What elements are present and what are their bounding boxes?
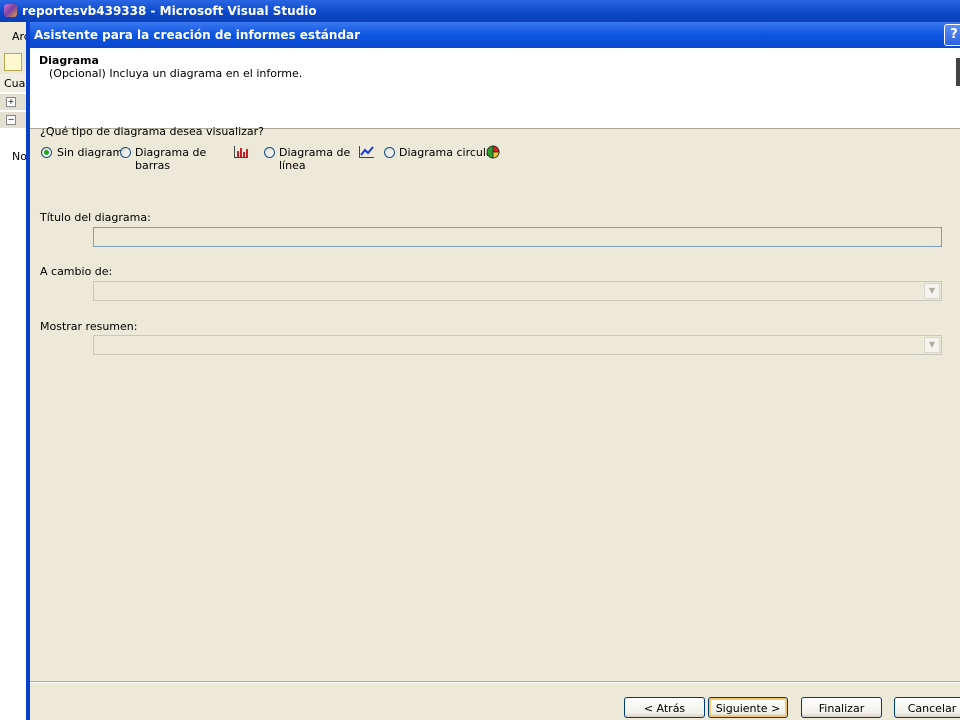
footer-divider	[30, 681, 960, 683]
collapse-icon[interactable]: −	[6, 115, 16, 125]
chevron-down-icon[interactable]: ▼	[924, 337, 940, 353]
label-line-chart-line1[interactable]: Diagrama de	[279, 146, 350, 159]
label-pie-chart[interactable]: Diagrama circular	[399, 146, 497, 159]
summary-select[interactable]: ▼	[93, 335, 942, 355]
chart-title-label: Título del diagrama:	[40, 211, 151, 224]
chart-type-question: ¿Qué tipo de diagrama desea visualizar?	[40, 125, 265, 138]
vs-title-bar: reportesvb439338 - Microsoft Visual Stud…	[0, 0, 960, 22]
panel-text: No	[12, 150, 27, 163]
vs-window-title: reportesvb439338 - Microsoft Visual Stud…	[22, 4, 317, 18]
help-button[interactable]: ?	[944, 24, 960, 46]
step-subtitle: (Opcional) Incluya un diagrama en el inf…	[49, 67, 303, 80]
next-button[interactable]: Siguiente >	[708, 697, 788, 718]
radio-bar-chart[interactable]	[120, 147, 131, 158]
radio-pie-chart[interactable]	[384, 147, 395, 158]
wizard-title-bar: Asistente para la creación de informes e…	[30, 22, 960, 48]
back-button[interactable]: < Atrás	[624, 697, 705, 718]
wizard-header: Diagrama (Opcional) Incluya un diagrama …	[30, 48, 960, 129]
bar-chart-icon	[234, 146, 248, 158]
cancel-button[interactable]: Cancelar	[894, 697, 960, 718]
step-title: Diagrama	[39, 54, 99, 67]
label-line-chart-line2[interactable]: línea	[279, 159, 306, 172]
wizard-title: Asistente para la creación de informes e…	[34, 28, 361, 42]
report-wizard-dialog: Asistente para la creación de informes e…	[26, 22, 960, 720]
chart-title-input[interactable]	[93, 227, 942, 247]
header-edge	[956, 58, 960, 86]
summary-label: Mostrar resumen:	[40, 320, 138, 333]
visual-studio-icon	[4, 4, 17, 17]
label-bar-chart-line1[interactable]: Diagrama de	[135, 146, 206, 159]
finish-button[interactable]: Finalizar	[801, 697, 882, 718]
line-chart-icon	[359, 146, 374, 158]
pie-chart-icon	[486, 145, 500, 159]
expand-icon[interactable]: +	[6, 97, 16, 107]
chevron-down-icon[interactable]: ▼	[924, 283, 940, 299]
radio-line-chart[interactable]	[264, 147, 275, 158]
on-change-label: A cambio de:	[40, 265, 113, 278]
label-bar-chart-line2[interactable]: barras	[135, 159, 170, 172]
new-file-icon[interactable]	[4, 53, 22, 71]
radio-no-chart[interactable]	[41, 147, 52, 158]
on-change-select[interactable]: ▼	[93, 281, 942, 301]
